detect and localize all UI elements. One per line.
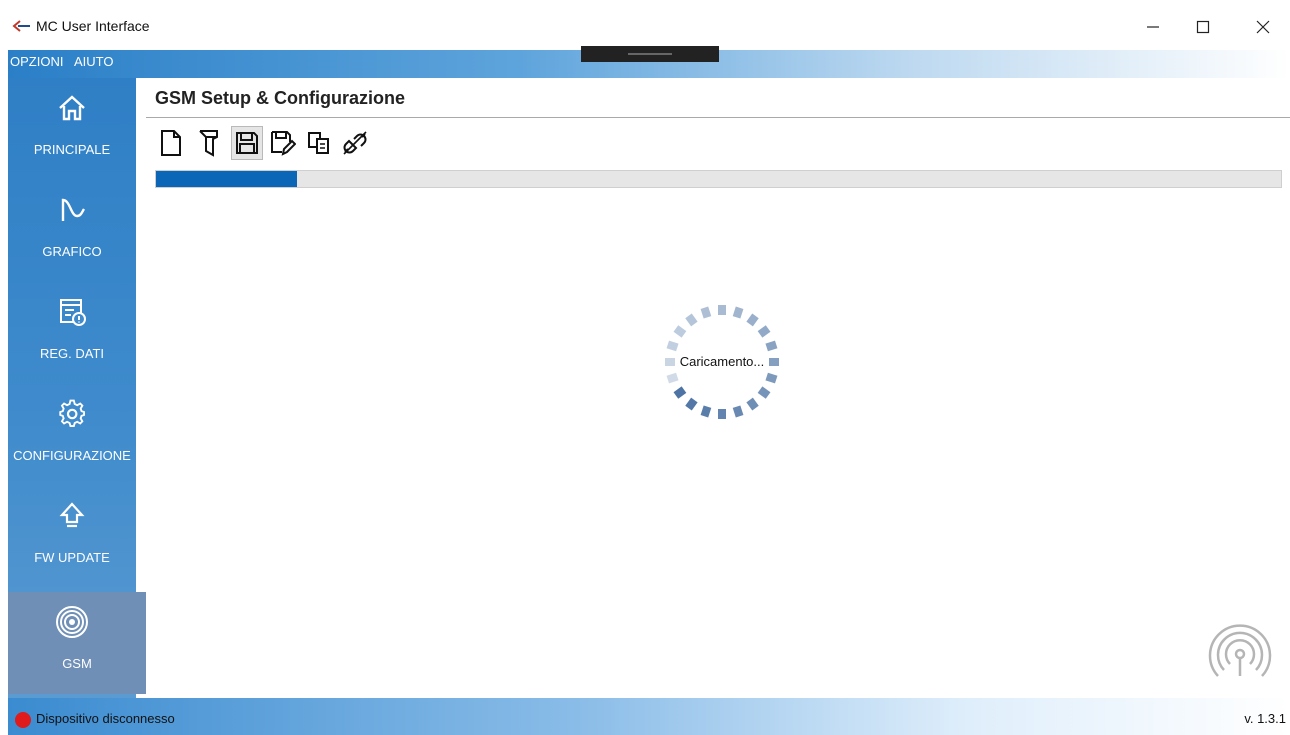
gear-icon [59,399,85,427]
status-bar: Dispositivo disconnesso v. 1.3.1 [8,698,1290,735]
maximize-icon [1196,20,1210,34]
drag-handle[interactable] [581,46,719,62]
spinner-segment [757,325,771,338]
menu-aiuto[interactable]: AIUTO [74,54,114,69]
antenna-watermark-icon [1208,624,1272,677]
window-title: MC User Interface [36,18,150,34]
open-file-icon [199,130,218,157]
minimize-button[interactable] [1130,12,1176,42]
sidebar-item-configurazione[interactable]: CONFIGURAZIONE [8,384,136,486]
spinner-segment [666,372,679,384]
progress-fill [156,171,297,187]
spinner-segment [700,405,712,418]
sidebar-item-label: REG. DATI [39,346,105,361]
open-file-button[interactable] [193,126,225,160]
new-file-button[interactable] [155,126,187,160]
drag-handle-grip [628,53,672,55]
save-button[interactable] [231,126,263,160]
spinner-segment [746,313,759,327]
sidebar-item-label: PRINCIPALE [33,142,111,157]
sidebar-item-label: GRAFICO [42,244,102,259]
sidebar-item-reg-dati[interactable]: REG. DATI [8,282,136,384]
sidebar-item-grafico[interactable]: GRAFICO [8,180,136,282]
spinner-segment [718,409,726,419]
version-label: v. 1.3.1 [1244,711,1286,726]
app-logo-icon [12,20,30,32]
close-button[interactable] [1240,12,1286,42]
sidebar-item-fw-update[interactable]: FW UPDATE [8,486,136,588]
spinner-segment [673,386,687,399]
title-bar: MC User Interface [0,0,1290,50]
spinner-segment [732,405,744,418]
spinner-segment [685,313,698,327]
loading-text: Caricamento... [679,354,765,369]
spinner-segment [765,340,778,352]
spinner-segment [757,386,771,399]
page-title: GSM Setup & Configurazione [155,88,405,108]
disconnect-icon [343,131,367,155]
save-icon [236,132,258,154]
spinner-segment [718,305,726,315]
sidebar-item-label: GSM [62,656,92,671]
spinner-segment [765,372,778,384]
menu-opzioni[interactable]: OPZIONI [10,54,63,69]
menu-bar: OPZIONI AIUTO [8,46,1290,78]
data-log-icon [60,299,86,326]
spinner-segment [666,340,679,352]
spinner-segment [685,397,698,411]
chart-icon [61,198,86,221]
sidebar-item-gsm[interactable]: GSM [8,592,146,694]
sidebar: PRINCIPALE GRAFICO REG. DATI CONFIGURAZI… [8,78,146,698]
save-as-button[interactable] [267,126,299,160]
copy-icon [308,132,329,154]
progress-bar [155,170,1282,188]
minimize-icon [1147,26,1159,28]
connection-status-icon [15,712,31,728]
spinner-segment [746,397,759,411]
sidebar-item-principale[interactable]: PRINCIPALE [8,78,136,180]
spinner-segment [732,306,744,319]
copy-button[interactable] [303,126,335,160]
spinner-segment [673,325,687,338]
connection-status-text: Dispositivo disconnesso [36,711,175,726]
close-icon [1256,20,1270,34]
upload-icon [59,502,85,528]
save-as-icon [271,131,296,156]
home-icon [59,95,85,121]
spinner-segment [700,306,712,319]
sidebar-item-label: CONFIGURAZIONE [13,448,131,463]
disconnect-button[interactable] [339,126,371,160]
new-file-icon [161,130,181,156]
antenna-icon [56,606,88,638]
sidebar-item-label: FW UPDATE [34,550,110,565]
divider [146,117,1290,118]
maximize-button[interactable] [1180,12,1226,42]
